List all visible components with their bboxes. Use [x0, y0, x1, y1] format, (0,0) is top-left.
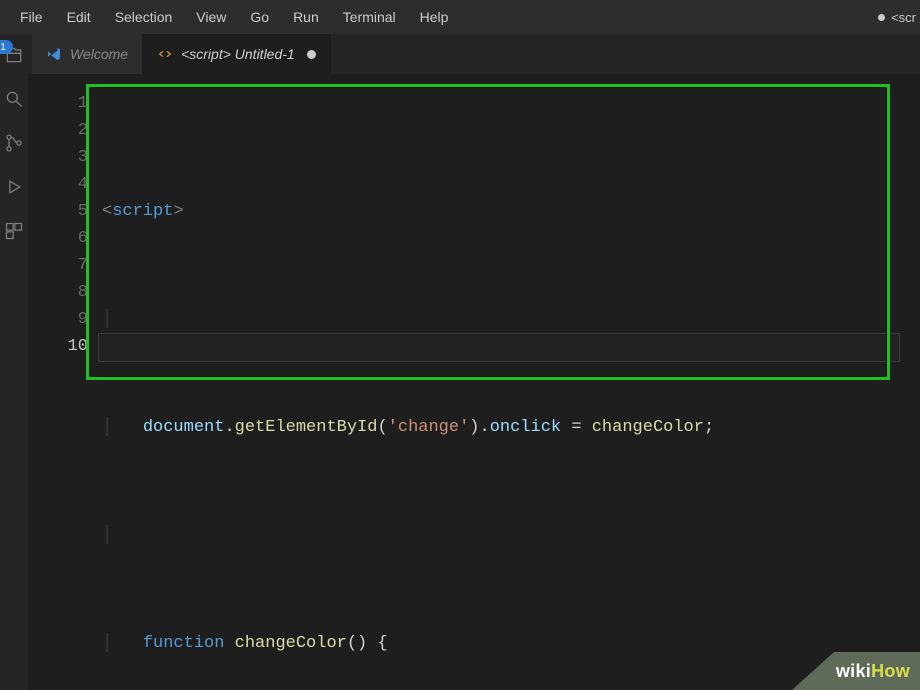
tab-untitled-1-label: <script> Untitled-1: [181, 46, 295, 62]
menu-file[interactable]: File: [8, 5, 55, 29]
menu-terminal[interactable]: Terminal: [331, 5, 408, 29]
menu-edit[interactable]: Edit: [55, 5, 103, 29]
line-number: 3: [28, 144, 88, 171]
title-open-editor: <scr: [878, 0, 920, 34]
line-number: 7: [28, 252, 88, 279]
line-number: 1: [28, 90, 88, 117]
tab-untitled-1[interactable]: <script> Untitled-1: [143, 34, 331, 74]
code-lines[interactable]: <script> │ │ document.getElementById('ch…: [102, 90, 920, 690]
title-open-editor-text: <scr: [891, 10, 916, 25]
tab-welcome[interactable]: Welcome: [32, 34, 143, 74]
menu-run[interactable]: Run: [281, 5, 331, 29]
line-number: 8: [28, 279, 88, 306]
editor-tabs: Welcome <script> Untitled-1: [28, 34, 920, 74]
vscode-logo-icon: [46, 46, 62, 62]
line-number-gutter: 1 2 3 4 5 6 7 8 9 10: [28, 90, 102, 690]
editor-group: Welcome <script> Untitled-1 1 2 3 4 5: [28, 34, 920, 690]
current-line-highlight: [98, 333, 900, 362]
tab-welcome-label: Welcome: [70, 46, 128, 62]
dirty-indicator-icon: [878, 14, 885, 21]
menu-view[interactable]: View: [184, 5, 238, 29]
source-control-icon[interactable]: [3, 132, 25, 154]
extensions-icon[interactable]: [3, 220, 25, 242]
line-number: 6: [28, 225, 88, 252]
explorer-icon[interactable]: 1: [3, 44, 25, 66]
menu-help[interactable]: Help: [408, 5, 461, 29]
code-line[interactable]: │: [102, 306, 920, 333]
tab-dirty-dot-icon: [307, 50, 316, 59]
menu-selection[interactable]: Selection: [103, 5, 185, 29]
line-number: 9: [28, 306, 88, 333]
search-icon[interactable]: [3, 88, 25, 110]
menu-bar: File Edit Selection View Go Run Terminal…: [0, 0, 920, 34]
code-file-icon: [157, 46, 173, 62]
line-number: 4: [28, 171, 88, 198]
code-line[interactable]: │ function changeColor() {: [102, 630, 920, 657]
code-line[interactable]: <script>: [102, 198, 920, 225]
code-line[interactable]: │: [102, 522, 920, 549]
line-number: 2: [28, 117, 88, 144]
line-number: 5: [28, 198, 88, 225]
line-number: 10: [28, 333, 88, 360]
code-line[interactable]: │ document.getElementById('change').oncl…: [102, 414, 920, 441]
run-debug-icon[interactable]: [3, 176, 25, 198]
activity-bar: 1: [0, 34, 28, 690]
code-editor[interactable]: 1 2 3 4 5 6 7 8 9 10 <script> │ │ do: [28, 74, 920, 690]
menu-go[interactable]: Go: [238, 5, 281, 29]
